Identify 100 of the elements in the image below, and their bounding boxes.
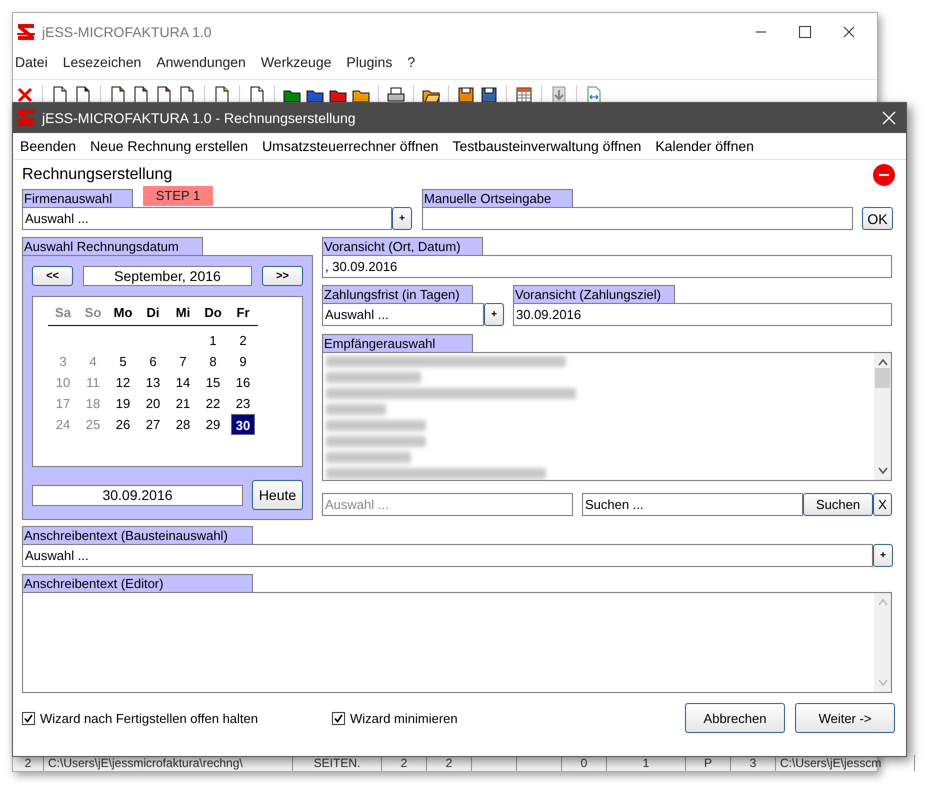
resize-icon[interactable] xyxy=(585,86,603,104)
next-button[interactable]: Weiter -> xyxy=(795,703,895,733)
calendar-day[interactable]: 10 xyxy=(48,372,78,393)
document-icon[interactable] xyxy=(74,86,92,104)
document-icon[interactable] xyxy=(178,86,196,104)
calendar-day[interactable]: 15 xyxy=(198,372,228,393)
remove-icon[interactable] xyxy=(873,164,895,186)
menu-item[interactable]: Neue Rechnung erstellen xyxy=(90,138,248,154)
weekday-label: Fr xyxy=(228,305,258,326)
scrollbar-thumb[interactable] xyxy=(875,368,890,388)
calendar-day[interactable]: 11 xyxy=(78,372,108,393)
calendar-day[interactable]: 27 xyxy=(138,414,168,435)
selection-field[interactable]: Auswahl ... xyxy=(322,493,573,516)
calendar-day[interactable]: 7 xyxy=(168,351,198,372)
menu-item[interactable]: Plugins xyxy=(346,54,392,70)
menu-item[interactable]: Anwendungen xyxy=(156,54,246,70)
calendar-day[interactable]: 24 xyxy=(48,414,78,435)
calendar-day[interactable]: 26 xyxy=(108,414,138,435)
calendar-day[interactable]: 23 xyxy=(228,393,258,414)
weekday-label: Sa xyxy=(48,305,78,326)
calendar-day[interactable]: 3 xyxy=(48,351,78,372)
calendar-day[interactable]: 30 xyxy=(231,414,255,435)
calendar-day[interactable]: 4 xyxy=(78,351,108,372)
calendar-day[interactable]: 1 xyxy=(198,330,228,351)
document-icon[interactable] xyxy=(132,86,150,104)
logo-icon xyxy=(16,22,36,42)
calendar-day[interactable]: 21 xyxy=(168,393,198,414)
calendar-day[interactable]: 25 xyxy=(78,414,108,435)
clear-button[interactable]: X xyxy=(873,493,892,516)
add-button[interactable]: + xyxy=(484,303,504,326)
scroll-up-icon[interactable] xyxy=(878,358,888,366)
add-button[interactable]: + xyxy=(873,544,893,567)
dropdown-field[interactable]: Auswahl ... xyxy=(22,207,392,230)
preview-field[interactable]: 30.09.2016 xyxy=(513,303,892,326)
calendar-day[interactable]: 5 xyxy=(108,351,138,372)
step-badge: STEP 1 xyxy=(143,186,213,206)
add-button[interactable]: + xyxy=(392,207,412,230)
next-month-button[interactable]: >> xyxy=(262,266,303,286)
ok-button[interactable]: OK xyxy=(862,207,893,230)
delete-icon[interactable] xyxy=(16,86,34,104)
dropdown-field[interactable]: Auswahl ... xyxy=(322,303,484,326)
document-icon[interactable] xyxy=(155,86,173,104)
preview-field[interactable]: , 30.09.2016 xyxy=(322,255,892,278)
weekday-label: Do xyxy=(198,305,228,326)
save-icon[interactable] xyxy=(457,86,475,104)
calendar-day[interactable]: 18 xyxy=(78,393,108,414)
calendar-day[interactable]: 29 xyxy=(198,414,228,435)
field-label: Auswahl Rechnungsdatum xyxy=(22,237,203,255)
weekday-label: Di xyxy=(138,305,168,326)
document-icon[interactable] xyxy=(109,86,127,104)
date-field[interactable]: 30.09.2016 xyxy=(32,484,243,506)
previous-month-button[interactable]: << xyxy=(32,266,73,286)
search-button[interactable]: Suchen xyxy=(803,493,873,516)
document-icon[interactable] xyxy=(213,86,231,104)
menu-item[interactable]: ? xyxy=(407,54,416,70)
field-label: Firmenauswahl xyxy=(22,189,133,207)
calendar-day[interactable]: 22 xyxy=(198,393,228,414)
calendar-day[interactable]: 2 xyxy=(228,330,258,351)
document-icon[interactable] xyxy=(248,86,266,104)
menu-item[interactable]: Werkzeuge xyxy=(260,54,332,70)
menu-item[interactable]: Datei xyxy=(15,54,48,70)
calendar-day[interactable]: 28 xyxy=(168,414,198,435)
calendar-day[interactable]: 13 xyxy=(138,372,168,393)
weekday-label: Mi xyxy=(168,305,198,326)
calendar-day[interactable]: 6 xyxy=(138,351,168,372)
calendar-day[interactable]: 12 xyxy=(108,372,138,393)
table-icon[interactable] xyxy=(515,86,533,104)
calendar-day[interactable]: 14 xyxy=(168,372,198,393)
checkbox-label: Wizard nach Fertigstellen offen halten xyxy=(40,710,258,726)
dropdown-field[interactable]: Auswahl ... xyxy=(22,544,873,567)
cancel-button[interactable]: Abbrechen xyxy=(685,703,785,733)
field-label: Zahlungsfrist (in Tagen) xyxy=(322,285,473,303)
menu-item[interactable]: Testbausteinverwaltung öffnen xyxy=(452,138,642,154)
close-icon[interactable] xyxy=(843,26,855,38)
printer-icon[interactable] xyxy=(387,86,405,104)
menu-item[interactable]: Lesezeichen xyxy=(62,54,142,70)
calendar-day[interactable]: 19 xyxy=(108,393,138,414)
maximize-icon[interactable] xyxy=(799,26,811,38)
document-icon[interactable] xyxy=(51,86,69,104)
today-button[interactable]: Heute xyxy=(252,480,303,510)
calendar-day[interactable]: 17 xyxy=(48,393,78,414)
field-label: Manuelle Ortseingabe xyxy=(422,189,573,207)
menu-item[interactable]: Umsatzsteuerrechner öffnen xyxy=(262,138,438,154)
save-icon[interactable] xyxy=(480,86,498,104)
menu-item[interactable]: Kalender öffnen xyxy=(655,138,754,154)
checkbox[interactable] xyxy=(332,712,345,724)
window-title: jESS-MICROFAKTURA 1.0 xyxy=(42,24,212,40)
checkbox-label: Wizard minimieren xyxy=(350,710,458,726)
calendar-day[interactable]: 8 xyxy=(198,351,228,372)
search-field[interactable]: Suchen ... xyxy=(582,493,803,516)
calendar-day[interactable]: 20 xyxy=(138,393,168,414)
menu-item[interactable]: Beenden xyxy=(20,138,76,154)
calendar-day[interactable]: 9 xyxy=(228,351,258,372)
download-icon[interactable] xyxy=(550,86,568,104)
checkbox[interactable] xyxy=(22,712,35,724)
input-field[interactable] xyxy=(422,207,853,230)
dialog-heading: Rechnungserstellung xyxy=(22,166,172,184)
field-label: Empfängerauswahl xyxy=(322,334,473,352)
calendar-day[interactable]: 16 xyxy=(228,372,258,393)
scroll-down-icon[interactable] xyxy=(878,467,888,475)
